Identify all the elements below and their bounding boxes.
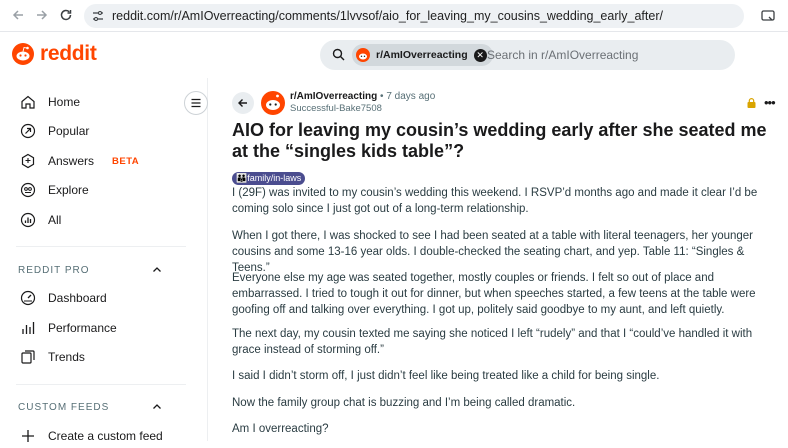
site-settings-icon[interactable] xyxy=(92,10,104,22)
browser-toolbar: reddit.com/r/AmIOverreacting/comments/1l… xyxy=(0,0,788,32)
subreddit-avatar-icon xyxy=(356,48,370,62)
sidebar-item-label: Trends xyxy=(48,350,85,364)
post-meta: r/AmIOverreacting • 7 days ago xyxy=(290,91,435,102)
sidebar-item-label: Performance xyxy=(48,321,117,335)
sidebar-item-label: Home xyxy=(48,95,81,109)
back-arrow-icon[interactable] xyxy=(10,8,26,24)
post-container: r/AmIOverreacting • 7 days ago Successfu… xyxy=(208,78,788,441)
plus-icon xyxy=(22,430,34,442)
create-custom-feed-button[interactable]: Create a custom feed xyxy=(20,424,163,448)
forward-arrow-icon[interactable] xyxy=(34,8,50,24)
post-paragraph: Everyone else my age was seated together… xyxy=(232,272,756,317)
home-icon xyxy=(21,95,35,109)
post-paragraph: I said I didn’t storm off, I just didn’t… xyxy=(232,370,660,382)
popular-icon xyxy=(20,123,36,139)
post-paragraph: Now the family group chat is buzzing and… xyxy=(232,397,576,409)
sidebar-item-answers[interactable]: Answers BETA xyxy=(20,149,139,173)
search-icon xyxy=(332,48,345,61)
back-button[interactable] xyxy=(232,92,254,114)
reload-icon[interactable] xyxy=(58,8,74,24)
post-flair[interactable]: 👪family/in-laws xyxy=(232,172,306,185)
sidebar-divider xyxy=(16,246,186,247)
trends-icon xyxy=(21,350,35,364)
sidebar-divider xyxy=(16,384,186,385)
sidebar-item-label: Popular xyxy=(48,124,90,138)
post-paragraph: Am I overreacting? xyxy=(232,423,329,435)
url-host: reddit.com xyxy=(112,9,171,23)
reddit-pro-section-title[interactable]: REDDIT PRO xyxy=(18,265,90,276)
sidebar-item-label: Answers xyxy=(48,154,95,168)
chevron-up-icon[interactable] xyxy=(152,265,162,275)
all-icon xyxy=(20,212,36,228)
sidebar-item-label: Dashboard xyxy=(48,291,107,305)
lock-icon xyxy=(747,98,756,108)
menu-icon xyxy=(191,98,201,108)
post-time: • 7 days ago xyxy=(380,91,436,102)
search-chip-label: r/AmIOverreacting xyxy=(376,49,468,61)
sidebar-item-explore[interactable]: Explore xyxy=(20,178,89,202)
clear-chip-icon[interactable]: ✕ xyxy=(473,48,487,62)
subreddit-search-chip[interactable]: r/AmIOverreacting ✕ xyxy=(352,44,493,66)
sidebar-item-dashboard[interactable]: Dashboard xyxy=(20,286,107,310)
dashboard-icon xyxy=(20,290,36,306)
answers-icon xyxy=(21,153,35,169)
subreddit-avatar-icon[interactable] xyxy=(261,91,285,115)
cast-icon[interactable] xyxy=(760,8,776,24)
performance-icon xyxy=(22,322,35,334)
post-paragraph: The next day, my cousin texted me saying… xyxy=(232,328,753,357)
url-path: /r/AmIOverreacting/comments/1lvvsof/aio_… xyxy=(170,9,663,23)
custom-feeds-section-title[interactable]: CUSTOM FEEDS xyxy=(18,402,109,413)
search-bar[interactable]: r/AmIOverreacting ✕ Search in r/AmIOverr… xyxy=(320,40,735,70)
explore-icon xyxy=(20,182,36,198)
collapse-sidebar-button[interactable] xyxy=(184,91,208,115)
post-title: AIO for leaving my cousin’s wedding earl… xyxy=(232,120,767,161)
more-options-icon[interactable]: ••• xyxy=(764,95,776,110)
subreddit-link[interactable]: r/AmIOverreacting xyxy=(290,91,377,102)
sidebar-item-label: All xyxy=(48,213,62,227)
sidebar-item-home[interactable]: Home xyxy=(20,90,80,114)
sidebar-item-performance[interactable]: Performance xyxy=(20,316,117,340)
search-input[interactable]: Search in r/AmIOverreacting xyxy=(487,48,638,62)
beta-badge: BETA xyxy=(112,155,140,167)
post-paragraph: I (29F) was invited to my cousin’s weddi… xyxy=(232,187,758,216)
sidebar-item-popular[interactable]: Popular xyxy=(20,119,89,143)
reddit-header: reddit r/AmIOverreacting ✕ Search in r/A… xyxy=(0,33,788,77)
reddit-wordmark: reddit xyxy=(40,42,97,65)
address-bar[interactable]: reddit.com/r/AmIOverreacting/comments/1l… xyxy=(84,4,744,28)
back-arrow-icon xyxy=(238,99,247,107)
sidebar-item-label: Explore xyxy=(48,183,89,197)
url-text: reddit.com/r/AmIOverreacting/comments/1l… xyxy=(112,9,663,23)
left-sidebar: Home Popular Answers BETA Explore All RED… xyxy=(0,78,208,443)
sidebar-item-all[interactable]: All xyxy=(20,208,61,232)
author-link[interactable]: Successful-Bake7508 xyxy=(290,103,382,114)
reddit-snoo-icon xyxy=(12,43,34,65)
reddit-logo[interactable]: reddit xyxy=(12,42,97,66)
sidebar-item-trends[interactable]: Trends xyxy=(20,345,85,369)
chevron-up-icon[interactable] xyxy=(152,402,162,412)
